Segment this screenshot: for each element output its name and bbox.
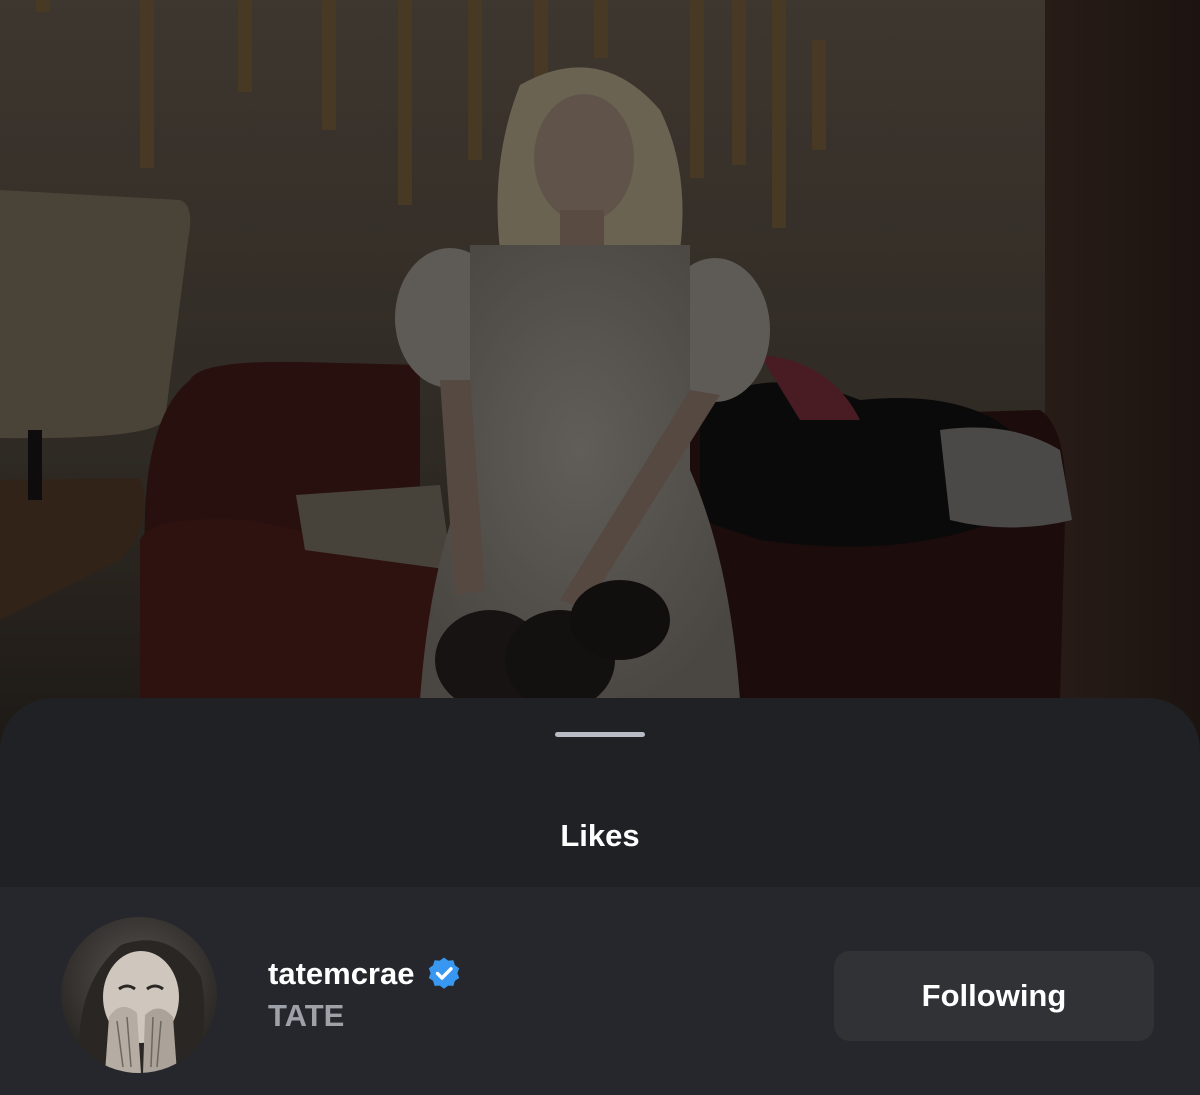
- sheet-title: Likes: [560, 818, 640, 853]
- list-item-user[interactable]: tatemcrae TATE Following: [0, 887, 1200, 1095]
- verified-badge-icon: [426, 956, 462, 992]
- drag-handle[interactable]: [555, 732, 645, 737]
- post-photo-background: [0, 0, 1200, 760]
- username[interactable]: tatemcrae: [268, 954, 414, 994]
- likes-list: tatemcrae TATE Following: [0, 887, 1200, 1095]
- likes-bottom-sheet: Likes tatemcrae TATE Following: [0, 698, 1200, 1095]
- full-name: TATE: [268, 998, 345, 1033]
- following-button[interactable]: Following: [834, 951, 1154, 1041]
- user-names: tatemcrae TATE: [268, 954, 462, 1036]
- likes-screen: Likes tatemcrae TATE Following: [0, 0, 1200, 1095]
- username-line: tatemcrae: [268, 954, 462, 994]
- avatar[interactable]: [61, 917, 217, 1073]
